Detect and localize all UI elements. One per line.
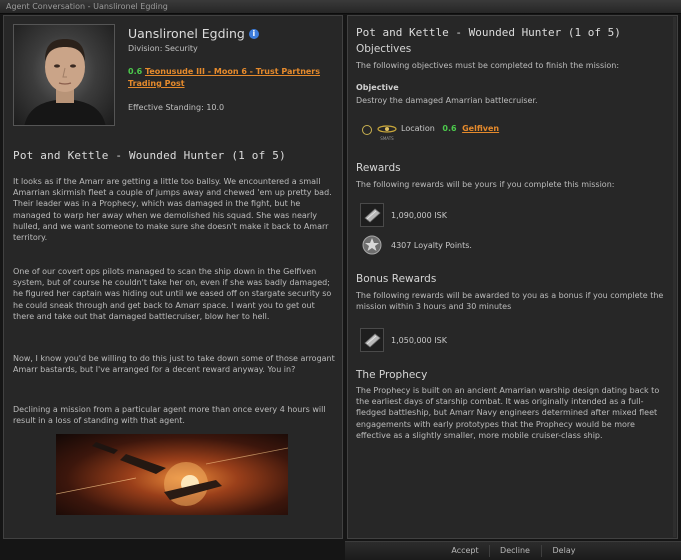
agent-portrait[interactable] — [13, 24, 115, 126]
reward-loyalty-points: 4307 Loyalty Points. — [391, 241, 472, 250]
mission-paragraph: It looks as if the Amarr are getting a l… — [13, 177, 332, 243]
mission-details-pane: Pot and Kettle - Wounded Hunter (1 of 5)… — [347, 15, 678, 539]
delay-button[interactable]: Delay — [543, 544, 585, 558]
station-link[interactable]: Teonusude III - Moon 6 - Trust Partners … — [128, 67, 320, 88]
mission-paragraph: Now, I know you'd be willing to do this … — [13, 354, 335, 375]
location-marker-icon[interactable] — [362, 125, 372, 135]
bonus-rewards-heading: Bonus Rewards — [356, 273, 437, 285]
mission-title: Pot and Kettle - Wounded Hunter (1 of 5) — [13, 149, 286, 162]
rewards-description: The following rewards will be yours if y… — [356, 180, 615, 189]
scrollbar[interactable] — [673, 17, 676, 537]
location-row: Location 0.6 Gelfiven — [401, 124, 499, 133]
reward-isk: 1,090,000 ISK — [391, 211, 447, 220]
agent-pane: Uanslironel Egding i Division: Security 0… — [3, 15, 343, 539]
location-icon: SMATS — [376, 120, 398, 142]
divider — [489, 545, 490, 557]
divider — [541, 545, 542, 557]
decline-warning: Declining a mission from a particular ag… — [13, 405, 326, 426]
isk-icon[interactable] — [360, 203, 384, 227]
window-title: Agent Conversation - Uanslironel Egding — [0, 0, 681, 14]
mission-title-right: Pot and Kettle - Wounded Hunter (1 of 5) — [356, 26, 621, 39]
action-bar: Accept Decline Delay — [345, 541, 681, 560]
info-icon[interactable]: i — [248, 29, 259, 39]
objective-text: Destroy the damaged Amarrian battlecruis… — [356, 96, 538, 105]
agent-location: 0.6 Teonusude III - Moon 6 - Trust Partn… — [128, 66, 328, 90]
location-icon-caption: SMATS — [380, 136, 394, 141]
accept-button[interactable]: Accept — [443, 544, 487, 558]
agent-name: Uanslironel Egding i — [128, 26, 259, 41]
bonus-rewards-description: The following rewards will be awarded to… — [356, 291, 664, 312]
rewards-heading: Rewards — [356, 162, 401, 174]
ship-description: The Prophecy is built on an ancient Amar… — [356, 386, 660, 440]
agent-name-text: Uanslironel Egding — [128, 26, 245, 41]
objectives-heading: Objectives — [356, 43, 412, 55]
bonus-isk-icon[interactable] — [360, 328, 384, 352]
mission-paragraph: One of our covert ops pilots managed to … — [13, 267, 332, 321]
security-status: 0.6 — [128, 67, 143, 76]
ship-heading: The Prophecy — [356, 369, 428, 381]
loyalty-points-icon[interactable] — [360, 233, 384, 257]
effective-standing: Effective Standing: 10.0 — [128, 103, 225, 112]
bonus-reward-isk: 1,050,000 ISK — [391, 336, 447, 345]
objective-label: Objective — [356, 83, 399, 92]
system-link[interactable]: Gelfiven — [462, 124, 499, 133]
objectives-description: The following objectives must be complet… — [356, 61, 620, 70]
battle-scene-image — [56, 434, 288, 515]
agent-division: Division: Security — [128, 44, 198, 53]
location-security: 0.6 — [442, 124, 457, 133]
decline-button[interactable]: Decline — [492, 544, 538, 558]
location-label: Location — [401, 124, 435, 133]
